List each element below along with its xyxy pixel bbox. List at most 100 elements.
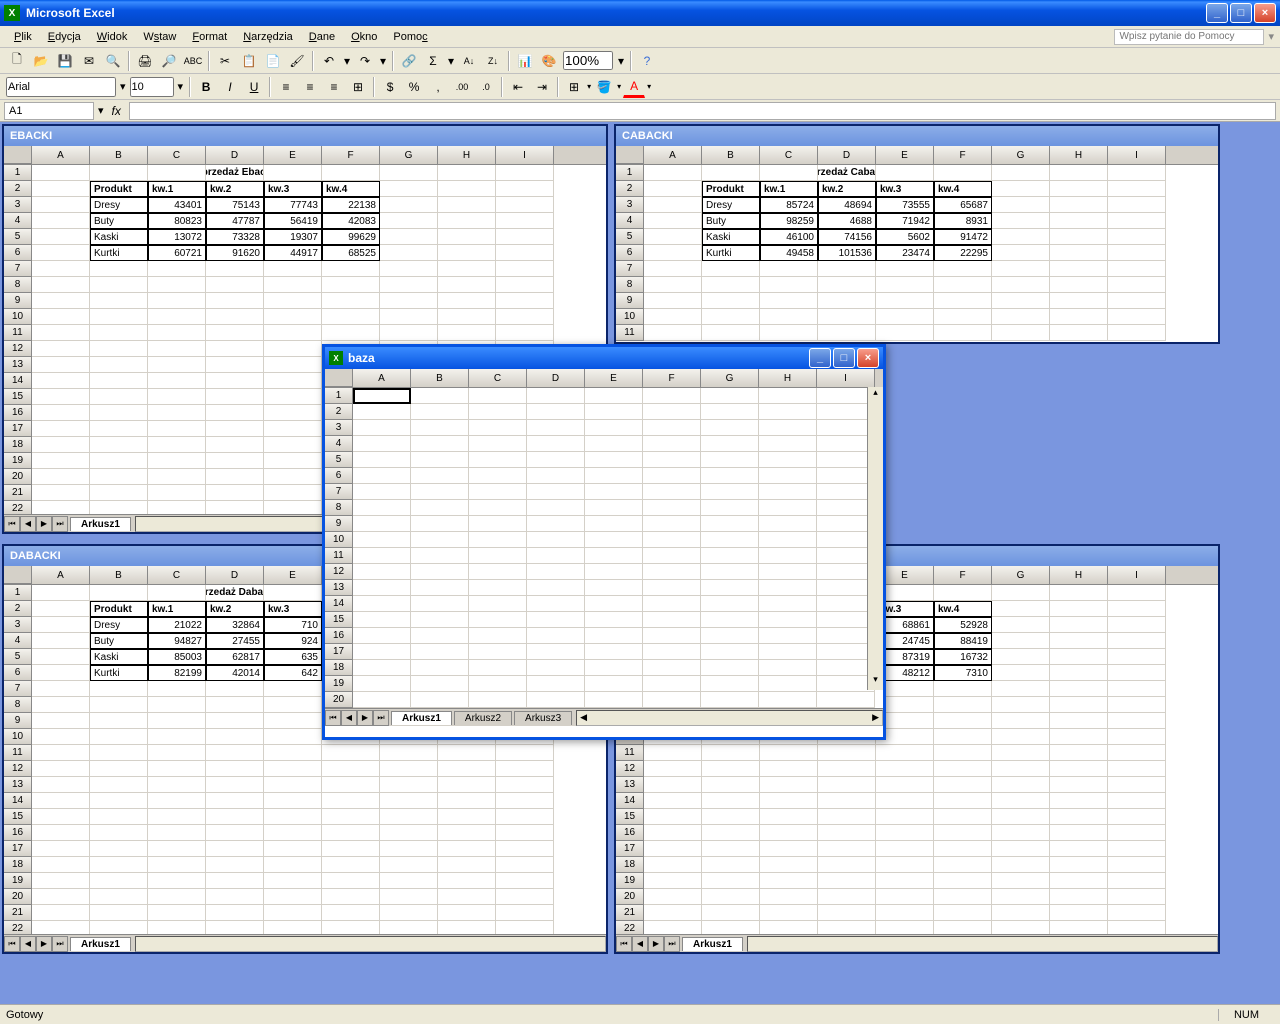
cell[interactable]: [818, 761, 876, 777]
cell[interactable]: [760, 889, 818, 905]
col-header[interactable]: I: [1108, 146, 1166, 164]
cell[interactable]: [644, 793, 702, 809]
cell[interactable]: [527, 420, 585, 436]
cell[interactable]: [322, 325, 380, 341]
menu-dane[interactable]: Dane: [301, 29, 343, 45]
cell[interactable]: [1050, 777, 1108, 793]
row-header[interactable]: 18: [325, 660, 353, 676]
cell[interactable]: [818, 873, 876, 889]
cell[interactable]: kw.2: [206, 181, 264, 197]
row-header[interactable]: 14: [4, 373, 32, 389]
cell[interactable]: 91472: [934, 229, 992, 245]
cell[interactable]: [759, 596, 817, 612]
cell[interactable]: [702, 905, 760, 921]
cell[interactable]: [438, 841, 496, 857]
cell[interactable]: [353, 676, 411, 692]
cell[interactable]: [992, 697, 1050, 713]
select-all-corner[interactable]: [616, 146, 644, 164]
cell[interactable]: [380, 309, 438, 325]
cell[interactable]: 23474: [876, 245, 934, 261]
cell[interactable]: [644, 165, 702, 181]
row-header[interactable]: 20: [4, 469, 32, 485]
col-header[interactable]: A: [644, 146, 702, 164]
col-header[interactable]: I: [496, 146, 554, 164]
cell[interactable]: [380, 229, 438, 245]
cell[interactable]: [760, 777, 818, 793]
cell[interactable]: [643, 548, 701, 564]
cell[interactable]: [644, 889, 702, 905]
cell[interactable]: Produkt: [90, 601, 148, 617]
cell[interactable]: 85003: [148, 649, 206, 665]
cell[interactable]: [585, 548, 643, 564]
cell[interactable]: [380, 245, 438, 261]
cell[interactable]: [148, 921, 206, 934]
cell[interactable]: [438, 325, 496, 341]
row-header[interactable]: 15: [616, 809, 644, 825]
cell[interactable]: [353, 548, 411, 564]
cell[interactable]: [992, 617, 1050, 633]
cell[interactable]: [1108, 165, 1166, 181]
cell[interactable]: [818, 921, 876, 934]
cell[interactable]: [643, 676, 701, 692]
cell[interactable]: [818, 825, 876, 841]
autosum-icon[interactable]: Σ: [422, 50, 444, 72]
cell[interactable]: [644, 809, 702, 825]
cell[interactable]: [760, 325, 818, 341]
row-header[interactable]: 7: [4, 261, 32, 277]
cell[interactable]: [90, 453, 148, 469]
cell[interactable]: [264, 277, 322, 293]
cell[interactable]: [527, 484, 585, 500]
cell[interactable]: 82199: [148, 665, 206, 681]
cell[interactable]: [1050, 921, 1108, 934]
cell[interactable]: [1050, 809, 1108, 825]
cell[interactable]: [527, 660, 585, 676]
col-header[interactable]: A: [32, 146, 90, 164]
cell[interactable]: Sprzedaż Ebacki: [206, 165, 264, 181]
cell[interactable]: [818, 857, 876, 873]
col-header[interactable]: H: [1050, 566, 1108, 584]
cell[interactable]: [411, 692, 469, 708]
row-header[interactable]: 22: [616, 921, 644, 934]
cell[interactable]: [380, 293, 438, 309]
cell[interactable]: [206, 841, 264, 857]
cell[interactable]: [264, 485, 322, 501]
cell[interactable]: [438, 245, 496, 261]
cell[interactable]: [148, 469, 206, 485]
cell[interactable]: [148, 389, 206, 405]
cell[interactable]: 71942: [876, 213, 934, 229]
col-header[interactable]: H: [438, 146, 496, 164]
workbook-baza[interactable]: X baza _ □ × ABCDEFGHI123456789101112131…: [322, 344, 886, 740]
tab-next-icon[interactable]: ▶: [36, 936, 52, 952]
cell[interactable]: [411, 644, 469, 660]
cell[interactable]: [643, 484, 701, 500]
cell[interactable]: [1108, 745, 1166, 761]
cell[interactable]: [206, 681, 264, 697]
percent-icon[interactable]: %: [403, 76, 425, 98]
cell[interactable]: [353, 628, 411, 644]
cell[interactable]: [469, 484, 527, 500]
cell[interactable]: [148, 761, 206, 777]
cell[interactable]: [353, 644, 411, 660]
cell[interactable]: [411, 420, 469, 436]
cell[interactable]: [760, 809, 818, 825]
col-header[interactable]: I: [1108, 566, 1166, 584]
cell[interactable]: [90, 697, 148, 713]
cell[interactable]: [411, 500, 469, 516]
cell[interactable]: [148, 453, 206, 469]
cell[interactable]: [264, 421, 322, 437]
row-header[interactable]: 12: [4, 341, 32, 357]
new-icon[interactable]: 🗋: [6, 50, 28, 72]
sheet-tab[interactable]: Arkusz1: [682, 937, 743, 951]
cell[interactable]: [264, 165, 322, 181]
cell[interactable]: 99629: [322, 229, 380, 245]
cell[interactable]: [644, 309, 702, 325]
cell[interactable]: 8931: [934, 213, 992, 229]
cell[interactable]: 13072: [148, 229, 206, 245]
sheet-tab-3[interactable]: Arkusz3: [514, 711, 572, 725]
font-selector[interactable]: [6, 77, 116, 97]
cell[interactable]: [438, 761, 496, 777]
cell[interactable]: [469, 404, 527, 420]
row-header[interactable]: 8: [616, 277, 644, 293]
maximize-button[interactable]: □: [1230, 3, 1252, 23]
cell[interactable]: [527, 676, 585, 692]
